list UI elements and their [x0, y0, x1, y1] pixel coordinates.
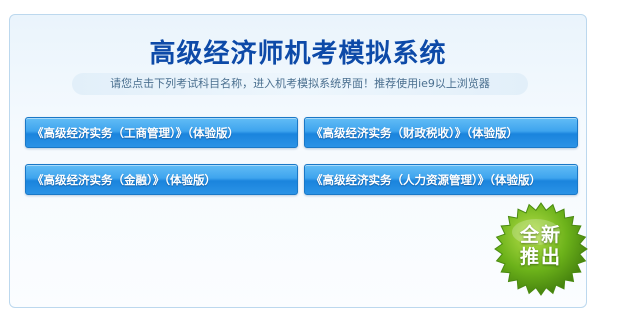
exam-button-banking[interactable]: 《高级经济实务（金融）》（体验版） — [25, 164, 298, 195]
exam-button-finance-taxation[interactable]: 《高级经济实务（财政税收）》（体验版） — [304, 117, 578, 148]
exam-button-human-resources[interactable]: 《高级经济实务（人力资源管理）》（体验版） — [304, 164, 578, 195]
instruction-text: 请您点击下列考试科目名称，进入机考模拟系统界面！推荐使用ie9以上浏览器 — [72, 73, 528, 95]
new-launch-badge: 全新 推出 — [492, 200, 590, 298]
badge-line-1: 全新 — [519, 224, 562, 246]
badge-label: 全新 推出 — [492, 224, 590, 268]
page-title: 高级经济师机考模拟系统 — [149, 39, 447, 69]
exam-button-business-management[interactable]: 《高级经济实务（工商管理）》（体验版） — [25, 117, 298, 148]
badge-line-2: 推出 — [519, 246, 562, 268]
